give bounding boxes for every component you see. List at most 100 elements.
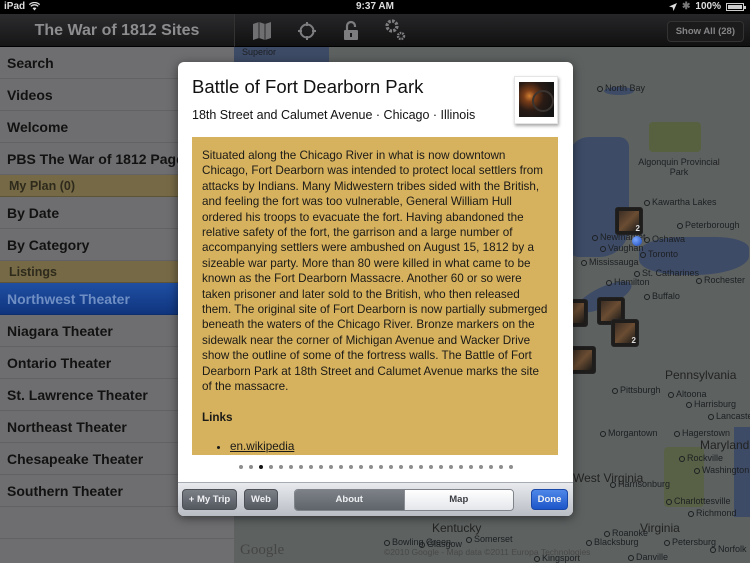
map-city-label: Norfolk	[710, 544, 747, 554]
page-dot[interactable]	[458, 465, 463, 469]
location-arrow-icon	[669, 2, 678, 11]
city-name: Rochester	[704, 275, 746, 285]
map-city-label: Buffalo	[644, 291, 680, 301]
map-city-label: Oshawa	[644, 234, 685, 244]
map-cluster-pin[interactable]: 2	[611, 319, 639, 347]
city-marker-icon	[696, 277, 702, 284]
status-bar: iPad 9:37 AM ✱ 100%	[0, 0, 750, 14]
page-dot[interactable]	[388, 465, 393, 469]
city-name: Rockville	[687, 453, 724, 463]
city-marker-icon	[688, 510, 694, 517]
city-name: Blacksburg	[594, 537, 639, 547]
page-dot[interactable]	[268, 465, 273, 469]
city-marker-icon	[612, 387, 618, 394]
city-name: Kawartha Lakes	[652, 197, 717, 207]
page-dot[interactable]	[378, 465, 383, 469]
sidebar-title: The War of 1812 Sites	[0, 14, 234, 47]
city-name: Norfolk	[718, 544, 747, 554]
page-dot[interactable]	[338, 465, 343, 469]
city-name: Toronto	[648, 249, 679, 259]
city-marker-icon	[668, 391, 674, 398]
page-dot[interactable]	[428, 465, 433, 469]
city-name: Richmond	[696, 508, 737, 518]
links-heading: Links	[202, 410, 233, 424]
map-cluster-pin[interactable]: 2	[615, 207, 643, 235]
page-dot[interactable]	[328, 465, 333, 469]
site-photo-thumbnail[interactable]	[514, 76, 558, 124]
map-city-label: Hamilton	[606, 277, 650, 287]
map-icon[interactable]	[251, 20, 273, 42]
show-all-button[interactable]: Show All (28)	[666, 21, 744, 42]
city-name: Oshawa	[652, 234, 686, 244]
page-dot[interactable]	[238, 465, 243, 469]
page-dot[interactable]	[288, 465, 293, 469]
page-dot[interactable]	[298, 465, 303, 469]
page-dot[interactable]	[468, 465, 473, 469]
popover-toolbar: + My Trip Web About Map Done	[178, 482, 573, 516]
map-state-label: West Virginia	[573, 471, 644, 485]
web-button[interactable]: Web	[244, 489, 278, 510]
city-name: Pittsburgh	[620, 385, 661, 395]
map-copyright: ©2010 Google - Map data ©2011 Europa Tec…	[384, 547, 591, 557]
bluetooth-icon: ✱	[682, 1, 691, 12]
cannon-wheel-graphic	[532, 90, 554, 112]
page-dot[interactable]	[248, 465, 253, 469]
city-name: Buffalo	[652, 291, 680, 301]
city-name: North Bay	[605, 83, 646, 93]
city-name: Peterborough	[685, 220, 740, 230]
page-dot[interactable]	[408, 465, 413, 469]
map-state-label: Kentucky	[432, 521, 482, 535]
map-city-label: Rockville	[679, 453, 723, 463]
site-description-panel: Situated along the Chicago River in what…	[192, 137, 558, 455]
city-marker-icon	[581, 259, 587, 266]
page-indicator[interactable]	[178, 465, 573, 469]
page-dot[interactable]	[358, 465, 363, 469]
page-dot[interactable]	[368, 465, 373, 469]
page-dot[interactable]	[398, 465, 403, 469]
page-dot[interactable]	[348, 465, 353, 469]
page-dot[interactable]	[478, 465, 483, 469]
site-title: Battle of Fort Dearborn Park	[192, 76, 424, 97]
city-name: Harrisburg	[694, 399, 737, 409]
city-name: Hagerstown	[682, 428, 731, 438]
city-marker-icon	[686, 401, 692, 408]
site-description: Situated along the Chicago River in what…	[202, 149, 548, 394]
page-dot[interactable]	[508, 465, 513, 469]
done-button[interactable]: Done	[531, 489, 568, 510]
page-dot[interactable]	[448, 465, 453, 469]
settings-icon[interactable]	[383, 17, 407, 43]
map-city-label: Toronto	[640, 249, 678, 259]
map-city-label: Rochester	[696, 275, 745, 285]
page-dot[interactable]	[488, 465, 493, 469]
map-city-label: Richmond	[688, 508, 737, 518]
city-marker-icon	[600, 430, 606, 437]
page-dot[interactable]	[258, 465, 263, 469]
city-marker-icon	[604, 530, 610, 537]
city-name: Mississauga	[589, 257, 639, 267]
page-dot[interactable]	[438, 465, 443, 469]
pin-photo	[601, 301, 621, 321]
city-marker-icon	[384, 539, 390, 546]
map-state-label: Pennsylvania	[665, 368, 737, 382]
empty-row	[0, 539, 234, 563]
tab-about[interactable]: About	[295, 490, 404, 510]
tab-map[interactable]: Map	[403, 490, 513, 510]
lock-icon[interactable]	[340, 20, 362, 42]
page-dot[interactable]	[498, 465, 503, 469]
current-location-pin[interactable]	[632, 236, 642, 246]
wikipedia-link[interactable]: en.wikipedia	[230, 440, 294, 453]
google-logo: Google	[240, 542, 285, 558]
map-city-label: Washington	[694, 465, 749, 475]
page-dot[interactable]	[308, 465, 313, 469]
city-marker-icon	[710, 546, 716, 553]
locate-icon[interactable]	[296, 20, 318, 42]
map-city-label: Blacksburg	[586, 537, 639, 547]
city-marker-icon	[666, 498, 672, 505]
page-dot[interactable]	[278, 465, 283, 469]
page-dot[interactable]	[418, 465, 423, 469]
city-name: Altoona	[676, 389, 707, 399]
city-marker-icon	[674, 430, 680, 437]
map-city-label: Mississauga	[581, 257, 639, 267]
add-to-my-trip-button[interactable]: + My Trip	[182, 489, 237, 510]
page-dot[interactable]	[318, 465, 323, 469]
